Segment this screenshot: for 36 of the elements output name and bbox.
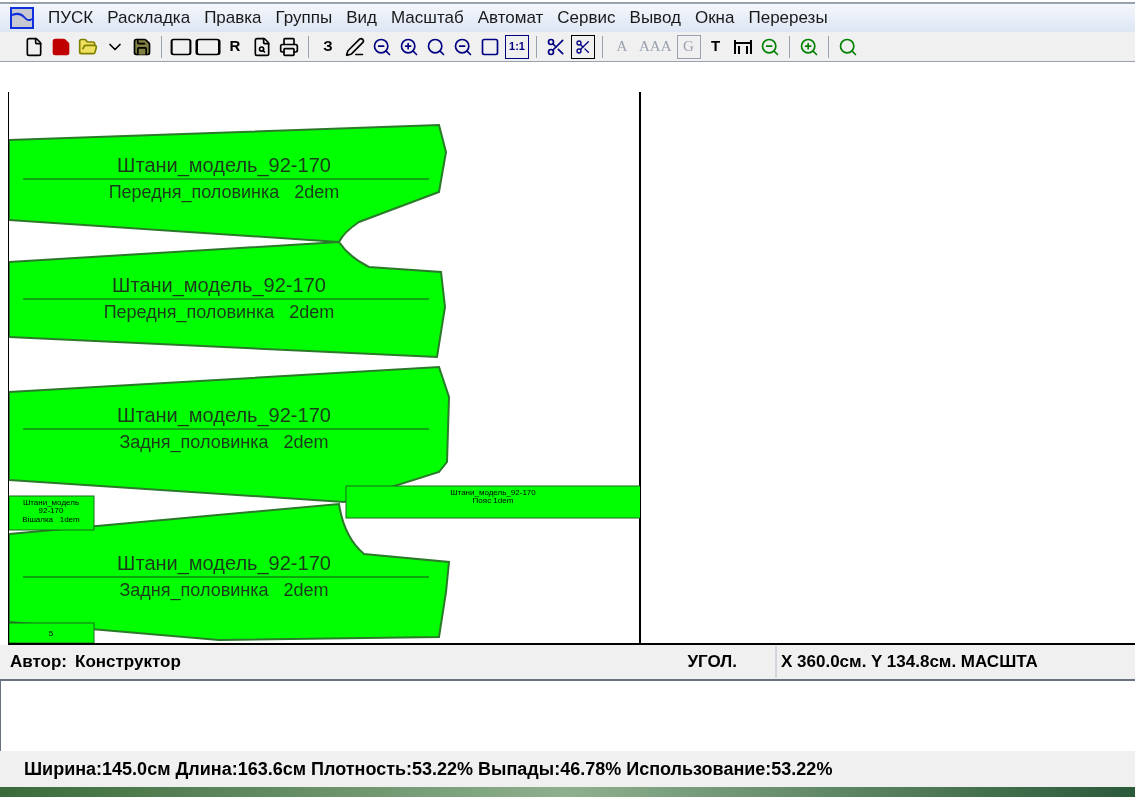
piece-label: Передня_половинка 2dem bbox=[103, 302, 335, 322]
tool-button[interactable]: З bbox=[316, 34, 340, 59]
menu-item[interactable]: Перерезы bbox=[748, 5, 828, 31]
tool-button[interactable]: 1:1 bbox=[505, 34, 529, 59]
menu-item[interactable]: Масштаб bbox=[391, 5, 464, 31]
piece-label: Пояс 1dem bbox=[472, 496, 514, 505]
piece-label: 5 bbox=[48, 629, 54, 638]
menu-item[interactable]: Вывод bbox=[629, 5, 681, 31]
piece-label: Штани_модель_92-170 bbox=[117, 552, 331, 574]
piece-label: Штани_модель_92-170 bbox=[112, 274, 326, 296]
author-label: Автор: bbox=[10, 651, 68, 674]
piece-label: Передня_половинка 2dem bbox=[108, 182, 340, 202]
menu-item[interactable]: Раскладка bbox=[107, 5, 191, 31]
piece-label: Вішалка 1dem bbox=[22, 515, 80, 524]
tool-button[interactable]: R bbox=[223, 34, 247, 59]
menu-item[interactable]: ПУСК bbox=[48, 5, 94, 31]
piece-label: 92-170 bbox=[38, 506, 64, 515]
menu-item[interactable]: Вид bbox=[346, 5, 377, 31]
piece-label: Штани_модель_92-170 bbox=[117, 154, 331, 176]
tool-button[interactable]: T bbox=[703, 34, 728, 59]
menu-item[interactable]: Автомат bbox=[477, 5, 544, 31]
piece-label: Штани_модель bbox=[22, 498, 80, 507]
menu-item[interactable]: Окна bbox=[694, 5, 735, 31]
mode-label: УГОЛ. bbox=[687, 651, 737, 674]
piece-label: Задня_половинка 2dem bbox=[119, 432, 329, 452]
author-name: Конструктор bbox=[75, 651, 181, 674]
menu-item[interactable]: Группы bbox=[275, 5, 333, 31]
scissors-icon[interactable] bbox=[571, 34, 595, 59]
piece-label: Штани_модель_92-170 bbox=[450, 488, 536, 497]
menu-item[interactable]: Правка bbox=[204, 5, 262, 31]
piece-label: Задня_половинка 2dem bbox=[119, 580, 329, 600]
summary-text: Ширина:145.0см Длина:163.6см Плотность:53.22% Выпады:46.78% Использование:53.22% bbox=[24, 757, 833, 781]
menu-item[interactable]: Сервис bbox=[557, 5, 616, 31]
piece-label: Штани_модель_92-170 bbox=[117, 404, 331, 426]
coords-readout: X 360.0см. Y 134.8см. МАСШТА bbox=[775, 646, 1135, 678]
app-logo-icon bbox=[10, 7, 34, 29]
